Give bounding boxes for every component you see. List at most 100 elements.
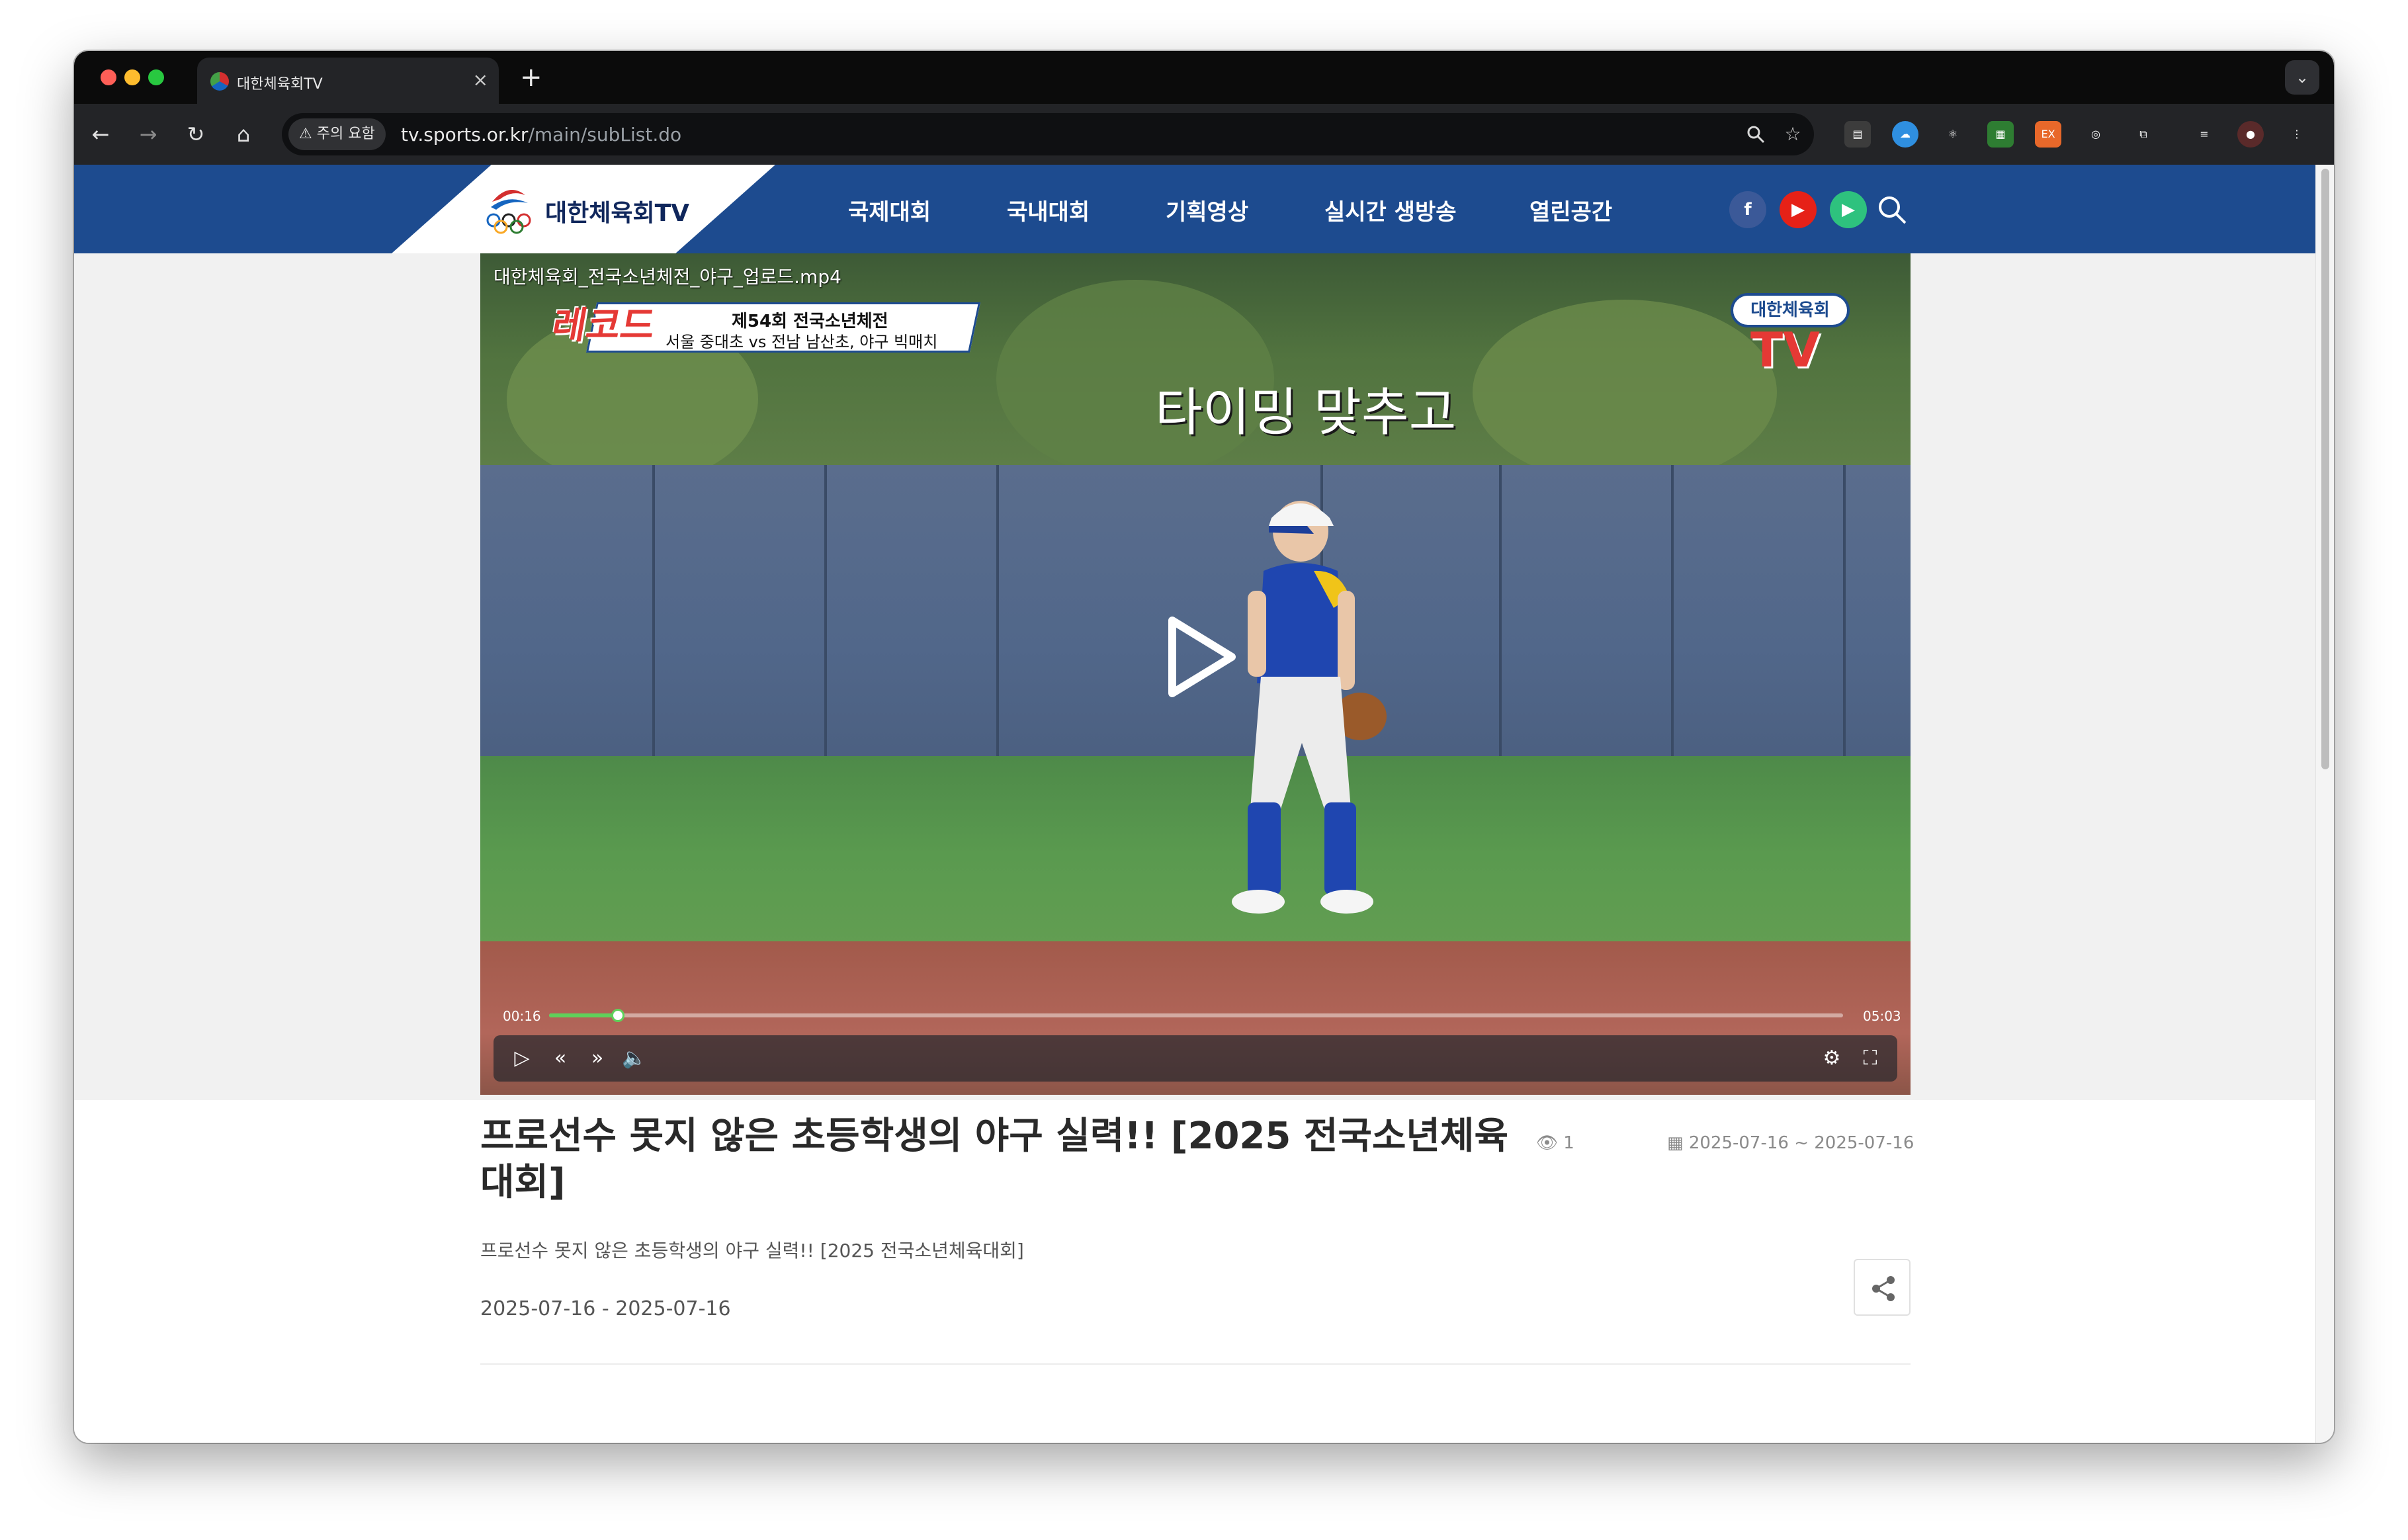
youtube-icon: ▶ [1791,200,1805,220]
volume-button[interactable]: 🔈 [619,1043,650,1074]
play-store-link[interactable]: ▶ [1830,191,1867,228]
home-button[interactable]: ⌂ [228,118,259,150]
page-scrollbar[interactable] [2315,165,2334,1443]
settings-button[interactable]: ⚙ [1817,1043,1847,1074]
browser-window: 대한체육회TV × + ⌄ ← → ↻ ⌂ ⚠ 주의 요함 tv.sports.… [74,51,2334,1443]
minimize-window-button[interactable] [124,69,140,85]
extension-green-button[interactable]: ▦ [1987,121,2014,148]
video-player[interactable]: 대한체육회_전국소년체전_야구_업로드.mp4 레코드 제54회 전국소년체전 … [480,253,1911,1095]
close-window-button[interactable] [101,69,116,85]
fullscreen-icon: ⛶ [1863,1047,1877,1070]
tab-title: 대한체육회TV [237,76,323,93]
baseball-player-figure [1232,501,1387,914]
center-play-icon[interactable] [1166,614,1238,700]
play-button[interactable]: ▷ [507,1043,537,1074]
facebook-link[interactable]: f [1729,191,1766,228]
video-overlay-subtitle: 서울 중대초 vs 전남 남산초, 야구 빅매치 [666,333,938,351]
zoom-window-button[interactable] [148,69,164,85]
reload-icon: ↻ [187,122,205,147]
url-path: /main/subList.do [528,124,682,146]
puzzle-icon: ⧉ [2139,128,2147,140]
youtube-link[interactable]: ▶ [1780,191,1817,228]
target-icon: ◎ [2091,128,2100,140]
reading-list-button[interactable]: ≡ [2191,121,2217,148]
rewind-button[interactable]: « [545,1043,576,1074]
tab-favicon-icon [210,72,229,91]
player-control-bar: ▷ « » 🔈 ⚙ ⛶ [494,1035,1897,1082]
browser-tab[interactable]: 대한체육회TV × [197,58,499,104]
video-description: 프로선수 못지 않은 초등학생의 야구 실력!! [2025 전국소년체육대회] [480,1240,1024,1262]
share-icon [1872,1276,1895,1301]
wall-seam [824,465,827,769]
sports-council-logo-icon[interactable] [479,179,538,239]
extensions-menu-button[interactable]: ⧉ [2130,121,2157,148]
magnifier-icon [1747,126,1765,144]
progress-fill [549,1013,618,1017]
nav-live-broadcast[interactable]: 실시간 생방송 [1324,194,1457,226]
extension-react-button[interactable]: ⚛ [1940,121,1966,148]
back-button[interactable]: ← [85,118,116,150]
broadcast-date-value: 2025-07-16 ~ 2025-07-16 [1688,1133,1914,1153]
wall-seam [652,465,655,769]
play-store-icon: ▶ [1842,200,1855,220]
facebook-icon: f [1744,200,1752,220]
progress-bar[interactable] [549,1009,1843,1022]
progress-handle[interactable] [611,1009,624,1022]
channel-watermark: 대한체육회 TV [1731,293,1850,378]
new-tab-button[interactable]: + [520,63,542,92]
extension-target-button[interactable]: ◎ [2083,121,2109,148]
rewind-icon: « [554,1047,567,1070]
view-count-value: 1 [1563,1133,1574,1153]
video-caption: 타이밍 맞추고 [1155,383,1457,443]
url-text[interactable]: tv.sports.or.kr/main/subList.do [401,124,681,146]
extension-cloud-button[interactable]: ☁ [1892,121,1918,148]
wall-seam [1843,465,1846,769]
gear-icon: ⚙ [1823,1047,1841,1070]
nav-international[interactable]: 국제대회 [848,194,931,226]
security-chip-label: 주의 요함 [316,126,375,142]
eye-icon: 👁 [1536,1133,1559,1153]
grid-icon: ▦ [1995,128,2006,140]
browser-menu-button[interactable]: ⋮ [2284,121,2310,148]
site-search-icon[interactable] [1875,192,1909,227]
video-filename: 대한체육회_전국소년체전_야구_업로드.mp4 [494,266,841,288]
nav-open-space[interactable]: 열린공간 [1529,194,1612,226]
nav-domestic[interactable]: 국내대회 [1007,194,1090,226]
scrollbar-thumb[interactable] [2321,169,2329,769]
reload-button[interactable]: ↻ [180,118,212,150]
bookmark-button[interactable]: ☆ [1778,120,1807,149]
speaker-icon: 🔈 [622,1047,647,1070]
broadcast-date: ▦ 2025-07-16 ~ 2025-07-16 [1667,1133,1914,1153]
atom-icon: ⚛ [1948,128,1958,140]
play-icon: ▷ [514,1047,530,1070]
address-bar[interactable]: ⚠ 주의 요함 tv.sports.or.kr/main/subList.do … [282,113,1814,155]
zoom-search-button[interactable] [1741,120,1770,149]
kebab-menu-icon: ⋮ [2292,128,2302,140]
share-button[interactable] [1854,1259,1911,1316]
video-frame-grass [480,756,1911,955]
web-page: 대한체육회TV 국제대회 국내대회 기획영상 실시간 생방송 열린공간 f ▶ … [74,165,2315,1443]
document-icon: ▤ [1852,128,1863,140]
calendar-icon: ▦ [1667,1133,1684,1153]
fullscreen-button[interactable]: ⛶ [1855,1043,1885,1074]
wall-seam [996,465,999,769]
avatar-icon: ● [2246,128,2255,140]
forward-button[interactable]: → [132,118,164,150]
wall-seam [1671,465,1674,769]
nav-special-video[interactable]: 기획영상 [1166,194,1248,226]
site-logo-text[interactable]: 대한체육회TV [545,194,689,228]
current-time: 00:16 [503,1008,541,1024]
security-chip[interactable]: ⚠ 주의 요함 [288,118,386,150]
extension-document-button[interactable]: ▤ [1844,121,1871,148]
home-icon: ⌂ [236,122,251,147]
video-program-logo: 레코드 [548,304,659,347]
profile-avatar[interactable]: ● [2237,121,2264,148]
warning-icon: ⚠ [299,126,312,142]
browser-toolbar: ← → ↻ ⌂ ⚠ 주의 요함 tv.sports.or.kr/main/sub… [74,104,2334,165]
tab-close-icon[interactable]: × [473,68,488,92]
site-header: 대한체육회TV 국제대회 국내대회 기획영상 실시간 생방송 열린공간 f ▶ … [74,165,2315,253]
extension-ex-button[interactable]: EX [2035,121,2061,148]
tab-search-button[interactable]: ⌄ [2285,60,2319,95]
fast-forward-button[interactable]: » [582,1043,613,1074]
arrow-right-icon: → [139,122,157,147]
